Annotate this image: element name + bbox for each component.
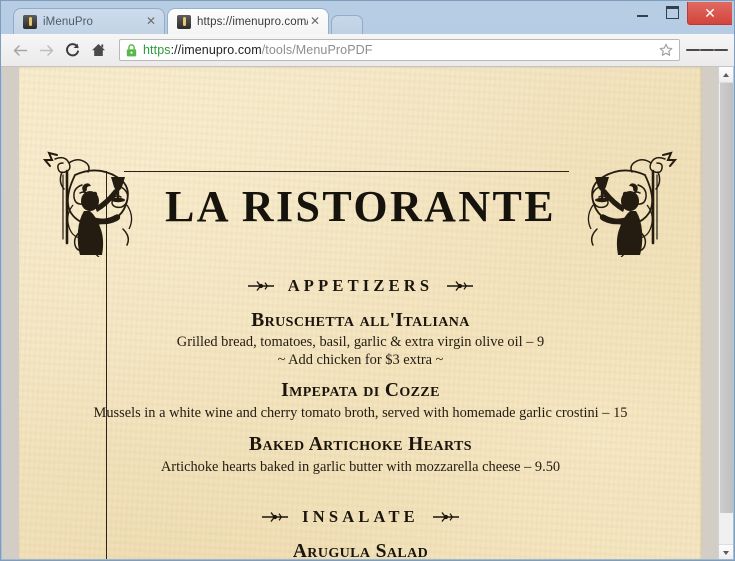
new-tab-button[interactable] xyxy=(331,15,363,35)
flourish-right-icon xyxy=(446,280,474,292)
window-controls: ✕ xyxy=(627,2,732,25)
section-header-insalate: INSALATE xyxy=(19,507,702,527)
menu-border-top-rule xyxy=(124,171,569,172)
section-header-appetizers: APPETIZERS xyxy=(19,276,702,296)
pdf-viewer: LA RISTORANTE APPETIZERS Bruschetta all'… xyxy=(2,67,718,560)
menu-item-name: Impepata di Cozze xyxy=(281,380,440,401)
menu-page: LA RISTORANTE APPETIZERS Bruschetta all'… xyxy=(19,67,702,560)
hamburger-menu-icon xyxy=(686,48,700,52)
url-scheme: https xyxy=(143,43,171,57)
menu-item-description: Artichoke hearts baked in garlic butter … xyxy=(160,459,561,475)
url-path: /tools/MenuProPDF xyxy=(261,43,373,57)
url-text: https://imenupro.com/tools/MenuProPDF xyxy=(143,43,657,57)
menu-item-description: Mussels in a white wine and cherry tomat… xyxy=(93,405,628,421)
address-bar[interactable]: https://imenupro.com/tools/MenuProPDF xyxy=(119,39,680,61)
flourish-left-icon xyxy=(247,280,275,292)
flourish-right-icon xyxy=(432,511,460,523)
section-title: APPETIZERS xyxy=(287,276,434,295)
browser-toolbar: https://imenupro.com/tools/MenuProPDF xyxy=(1,34,734,67)
tab-title: https://imenupro.com/to xyxy=(197,15,308,28)
home-button[interactable] xyxy=(85,37,111,63)
home-icon xyxy=(91,44,105,56)
back-arrow-icon xyxy=(13,44,27,56)
section-title: INSALATE xyxy=(302,507,419,526)
padlock-icon xyxy=(126,43,138,57)
browser-window: iMenuPro ✕ https://imenupro.com/to ✕ ✕ h… xyxy=(0,0,735,561)
menu-item-note: ~ Add chicken for $3 extra ~ xyxy=(277,352,444,368)
scroll-up-button[interactable] xyxy=(719,67,733,83)
menu-item-name: Baked Artichoke Hearts xyxy=(249,434,472,455)
tab-close-icon[interactable]: ✕ xyxy=(308,14,322,29)
scrollbar-thumb[interactable] xyxy=(720,83,733,513)
browser-tab-1[interactable]: iMenuPro ✕ xyxy=(13,8,165,34)
minimize-button[interactable] xyxy=(627,2,657,22)
tab-title: iMenuPro xyxy=(43,15,94,28)
menu-item-name: Bruschetta all'Italiana xyxy=(251,310,470,331)
caret-down-icon xyxy=(723,550,729,555)
tab-favicon-icon xyxy=(177,14,191,29)
maximize-icon xyxy=(665,5,679,19)
menu-item-description: Grilled bread, tomatoes, basil, garlic &… xyxy=(176,334,545,350)
bookmark-star-icon[interactable] xyxy=(657,43,675,57)
window-bottom-edge xyxy=(1,559,734,560)
scroll-down-button[interactable] xyxy=(719,544,733,560)
tab-close-icon[interactable]: ✕ xyxy=(144,14,158,29)
tab-strip: iMenuPro ✕ https://imenupro.com/to ✕ ✕ xyxy=(1,1,734,35)
flourish-left-icon xyxy=(261,511,289,523)
browser-tab-2[interactable]: https://imenupro.com/to ✕ xyxy=(167,8,329,34)
menu-restaurant-title: LA RISTORANTE xyxy=(164,182,557,231)
url-host: ://imenupro.com xyxy=(170,43,262,57)
forward-arrow-icon xyxy=(39,44,53,56)
maximize-button[interactable] xyxy=(657,2,687,22)
minimize-icon xyxy=(636,14,648,17)
reload-icon xyxy=(65,42,79,56)
menu-item-name: Arugula Salad xyxy=(292,541,429,560)
reload-button[interactable] xyxy=(59,37,85,63)
forward-button[interactable] xyxy=(33,37,59,63)
vertical-scrollbar[interactable] xyxy=(718,67,733,560)
chrome-menu-button[interactable] xyxy=(686,47,728,54)
back-button[interactable] xyxy=(7,37,33,63)
caret-up-icon xyxy=(723,72,729,77)
tab-favicon-icon xyxy=(23,14,37,29)
content-viewport: LA RISTORANTE APPETIZERS Bruschetta all'… xyxy=(2,67,733,560)
close-button[interactable]: ✕ xyxy=(687,2,732,25)
